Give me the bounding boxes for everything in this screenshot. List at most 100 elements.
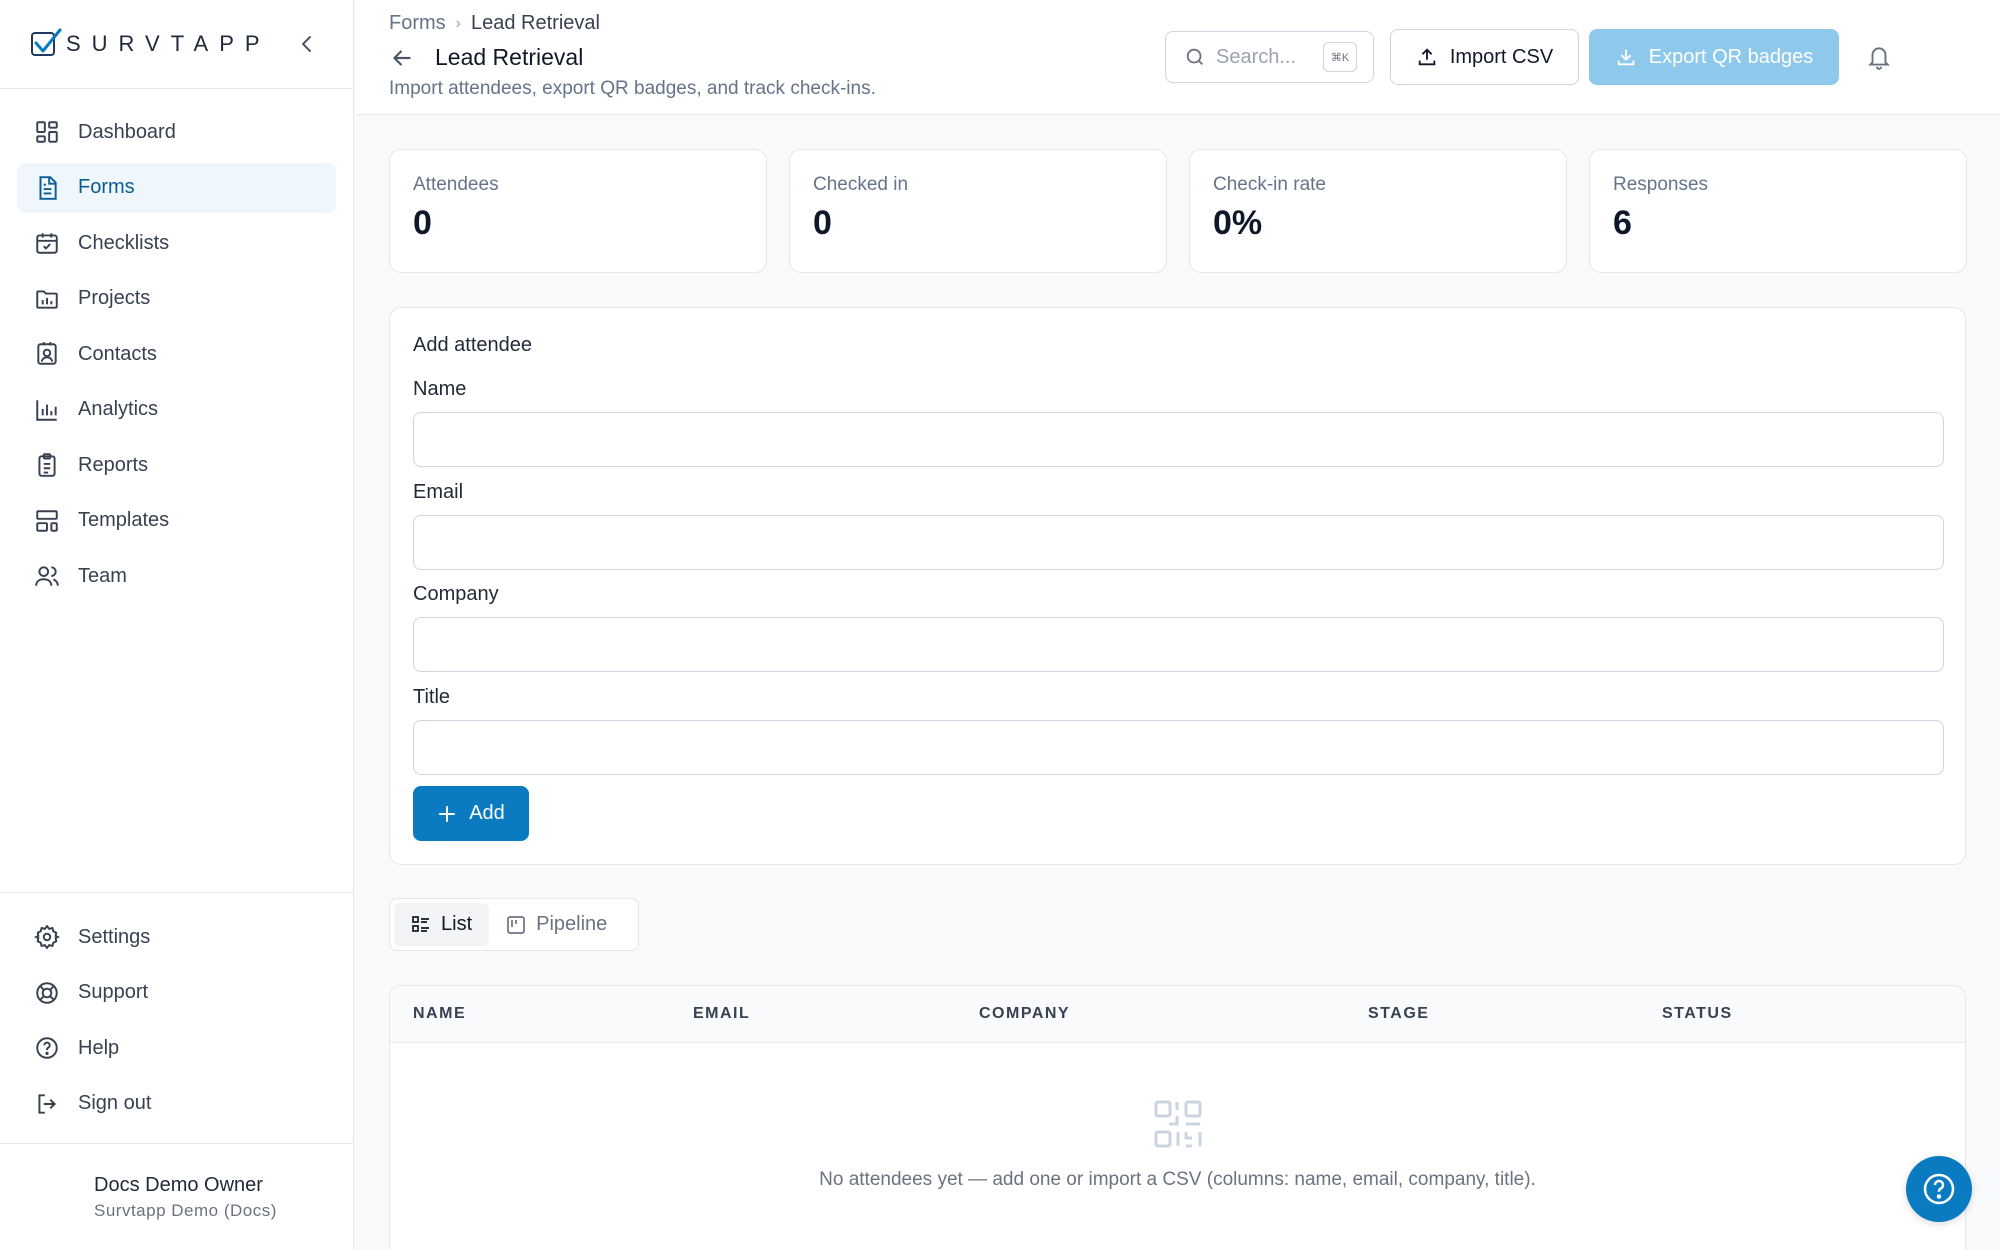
sidebar-item-dashboard[interactable]: Dashboard xyxy=(17,107,336,157)
search-input[interactable] xyxy=(1216,45,1316,69)
sidebar-item-label: Dashboard xyxy=(78,120,176,143)
stat-value: 0 xyxy=(413,204,432,242)
sidebar-item-label: Checklists xyxy=(78,231,170,254)
page-title: Lead Retrieval xyxy=(435,44,584,70)
stat-card-responses: Responses 6 xyxy=(1589,149,1967,273)
email-label: Email xyxy=(413,481,464,503)
title-field[interactable] xyxy=(413,720,1944,775)
logo-row: SURVTAPP xyxy=(0,0,353,89)
main-nav: Dashboard Forms Checklists Projects Cont… xyxy=(0,89,353,601)
stat-card-check-in-rate: Check-in rate 0% xyxy=(1189,149,1567,273)
column-stage[interactable]: STAGE xyxy=(1368,1005,1429,1023)
shortcut-hint: ⌘K xyxy=(1323,42,1357,72)
sidebar-item-analytics[interactable]: Analytics xyxy=(17,385,336,435)
layout-template-icon xyxy=(36,509,58,532)
upload-icon xyxy=(1418,48,1436,66)
add-attendee-button[interactable]: Add xyxy=(413,786,529,841)
back-arrow-icon[interactable] xyxy=(389,45,415,71)
user-name: Docs Demo Owner xyxy=(94,1174,263,1196)
add-attendee-title: Add attendee xyxy=(413,334,532,356)
company-field[interactable] xyxy=(413,617,1944,672)
add-attendee-card: Add attendee Name Email Company Title Ad… xyxy=(389,307,1966,865)
empty-state-text: No attendees yet — add one or import a C… xyxy=(819,1169,1536,1190)
name-field[interactable] xyxy=(413,412,1944,467)
search-box[interactable]: ⌘K xyxy=(1165,31,1374,83)
column-status[interactable]: STATUS xyxy=(1662,1005,1733,1023)
kanban-icon xyxy=(507,915,525,934)
logo-checkmark-icon xyxy=(31,28,62,56)
user-profile[interactable]: Docs Demo Owner Survtapp Demo (Docs) xyxy=(0,1143,353,1250)
email-field[interactable] xyxy=(413,515,1944,570)
sidebar-item-templates[interactable]: Templates xyxy=(17,496,336,546)
list-icon xyxy=(412,915,429,932)
sidebar-item-projects[interactable]: Projects xyxy=(17,274,336,324)
sidebar-item-label: Team xyxy=(78,564,127,587)
tab-list-label: List xyxy=(441,913,473,935)
tab-pipeline-label: Pipeline xyxy=(536,913,608,935)
dashboard-icon xyxy=(36,121,58,143)
plus-icon xyxy=(439,805,456,822)
sidebar-item-label: Sign out xyxy=(78,1092,152,1114)
users-icon xyxy=(35,566,59,586)
qr-code-icon xyxy=(1154,1100,1201,1148)
title-label: Title xyxy=(413,686,451,708)
chevron-right-icon: › xyxy=(455,14,461,32)
sidebar-item-sign-out[interactable]: Sign out xyxy=(17,1079,336,1129)
column-company[interactable]: COMPANY xyxy=(979,1005,1070,1023)
download-icon xyxy=(1617,49,1634,66)
question-circle-icon xyxy=(1923,1173,1955,1205)
stat-label: Checked in xyxy=(813,174,909,195)
sidebar: SURVTAPP Dashboard Forms Checklists Proj… xyxy=(0,0,354,1250)
tab-list[interactable]: List xyxy=(394,903,490,946)
table-header: NAME EMAIL COMPANY STAGE STATUS xyxy=(390,986,1965,1043)
name-label: Name xyxy=(413,378,467,400)
breadcrumb-forms[interactable]: Forms xyxy=(389,12,446,35)
sidebar-item-team[interactable]: Team xyxy=(17,551,336,601)
stat-label: Check-in rate xyxy=(1213,174,1326,195)
tab-pipeline[interactable]: Pipeline xyxy=(489,903,624,946)
import-csv-label: Import CSV xyxy=(1449,45,1554,68)
breadcrumb: Forms › Lead Retrieval xyxy=(389,12,600,35)
sidebar-item-reports[interactable]: Reports xyxy=(17,440,336,490)
sidebar-item-label: Forms xyxy=(78,176,135,198)
stat-card-attendees: Attendees 0 xyxy=(389,149,767,273)
stat-card-checked-in: Checked in 0 xyxy=(789,149,1167,273)
attendees-table: NAME EMAIL COMPANY STAGE STATUS No atten… xyxy=(389,985,1966,1250)
stat-value: 0 xyxy=(813,204,832,242)
collapse-sidebar-icon[interactable] xyxy=(295,32,319,56)
sidebar-item-label: Support xyxy=(78,981,149,1003)
search-icon xyxy=(1186,48,1203,65)
stat-label: Responses xyxy=(1613,174,1709,195)
sidebar-item-help[interactable]: Help xyxy=(17,1023,336,1073)
help-chat-button[interactable] xyxy=(1906,1156,1972,1222)
bell-icon[interactable] xyxy=(1866,43,1892,71)
view-toggle: List Pipeline xyxy=(389,898,639,951)
column-email[interactable]: EMAIL xyxy=(693,1005,750,1023)
stat-label: Attendees xyxy=(413,174,499,195)
sidebar-item-checklists[interactable]: Checklists xyxy=(17,218,336,268)
sidebar-item-forms[interactable]: Forms xyxy=(17,162,336,213)
column-name[interactable]: NAME xyxy=(413,1005,466,1023)
sidebar-item-contacts[interactable]: Contacts xyxy=(17,329,336,379)
clipboard-list-icon xyxy=(38,453,56,477)
export-qr-label: Export QR badges xyxy=(1648,45,1814,68)
sidebar-item-support[interactable]: Support xyxy=(17,968,336,1018)
page-subtitle: Import attendees, export QR badges, and … xyxy=(389,78,876,99)
sidebar-item-label: Templates xyxy=(78,509,170,531)
import-csv-button[interactable]: Import CSV xyxy=(1390,29,1579,85)
lifebuoy-icon xyxy=(36,981,58,1004)
gear-icon xyxy=(34,924,60,950)
question-circle-icon xyxy=(36,1037,58,1059)
company-label: Company xyxy=(413,583,499,605)
sign-out-icon xyxy=(38,1093,56,1114)
sidebar-item-label: Projects xyxy=(78,287,151,309)
user-org: Survtapp Demo (Docs) xyxy=(94,1201,277,1220)
sidebar-item-settings[interactable]: Settings xyxy=(17,912,336,962)
sidebar-item-label: Contacts xyxy=(78,342,157,365)
form-document-icon xyxy=(39,175,57,200)
brand-name: SURVTAPP xyxy=(66,31,271,56)
secondary-nav: Settings Support Help Sign out xyxy=(0,892,353,1134)
folder-chart-icon xyxy=(36,289,58,309)
sidebar-item-label: Settings xyxy=(78,925,151,948)
export-qr-badges-button[interactable]: Export QR badges xyxy=(1589,29,1839,85)
